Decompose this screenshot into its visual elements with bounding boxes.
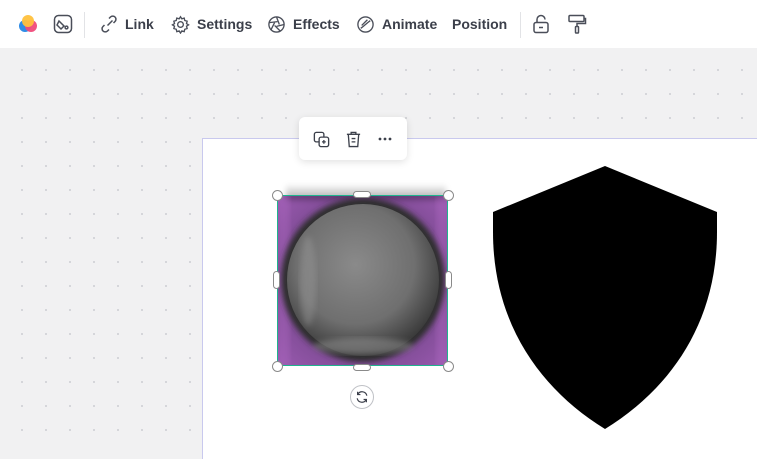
duplicate-icon — [313, 131, 329, 147]
resize-handle-top-right[interactable] — [443, 190, 454, 201]
duplicate-button[interactable] — [310, 128, 332, 150]
shield-shape[interactable] — [492, 166, 718, 430]
effects-label: Effects — [293, 16, 340, 32]
resize-handle-top-left[interactable] — [272, 190, 283, 201]
resize-handle-bottom-left[interactable] — [272, 361, 283, 372]
toolbar-divider — [520, 12, 521, 38]
effects-aperture-icon — [268, 15, 285, 33]
resize-handle-bottom-right[interactable] — [443, 361, 454, 372]
element-toolbar — [299, 117, 407, 160]
color-palette-icon[interactable] — [14, 10, 42, 38]
paint-roller-icon[interactable] — [563, 10, 591, 38]
link-icon — [101, 15, 117, 33]
more-options-button[interactable] — [374, 128, 396, 150]
selection-box[interactable] — [277, 195, 448, 366]
top-toolbar: Link Settings Effects Animate Position — [0, 0, 757, 48]
trash-icon — [346, 131, 360, 147]
resize-handle-right[interactable] — [445, 271, 452, 289]
paint-bucket-icon[interactable] — [49, 10, 77, 38]
link-label: Link — [125, 16, 154, 32]
delete-button[interactable] — [342, 128, 364, 150]
more-icon — [378, 137, 392, 141]
animate-icon — [357, 15, 374, 33]
gear-icon — [171, 14, 190, 34]
rotate-icon — [356, 391, 368, 403]
settings-label: Settings — [197, 16, 253, 32]
position-button[interactable]: Position — [452, 10, 507, 38]
settings-button[interactable]: Settings — [171, 10, 252, 38]
animate-label: Animate — [382, 16, 438, 32]
animate-button[interactable]: Animate — [356, 10, 437, 38]
position-label: Position — [452, 16, 508, 32]
resize-handle-bottom[interactable] — [353, 364, 371, 371]
unlock-icon[interactable] — [527, 10, 555, 38]
effects-button[interactable]: Effects — [267, 10, 340, 38]
link-button[interactable]: Link — [100, 10, 154, 38]
toolbar-divider — [84, 12, 85, 38]
resize-handle-top[interactable] — [353, 191, 371, 198]
rotate-handle[interactable] — [350, 385, 374, 409]
resize-handle-left[interactable] — [273, 271, 280, 289]
